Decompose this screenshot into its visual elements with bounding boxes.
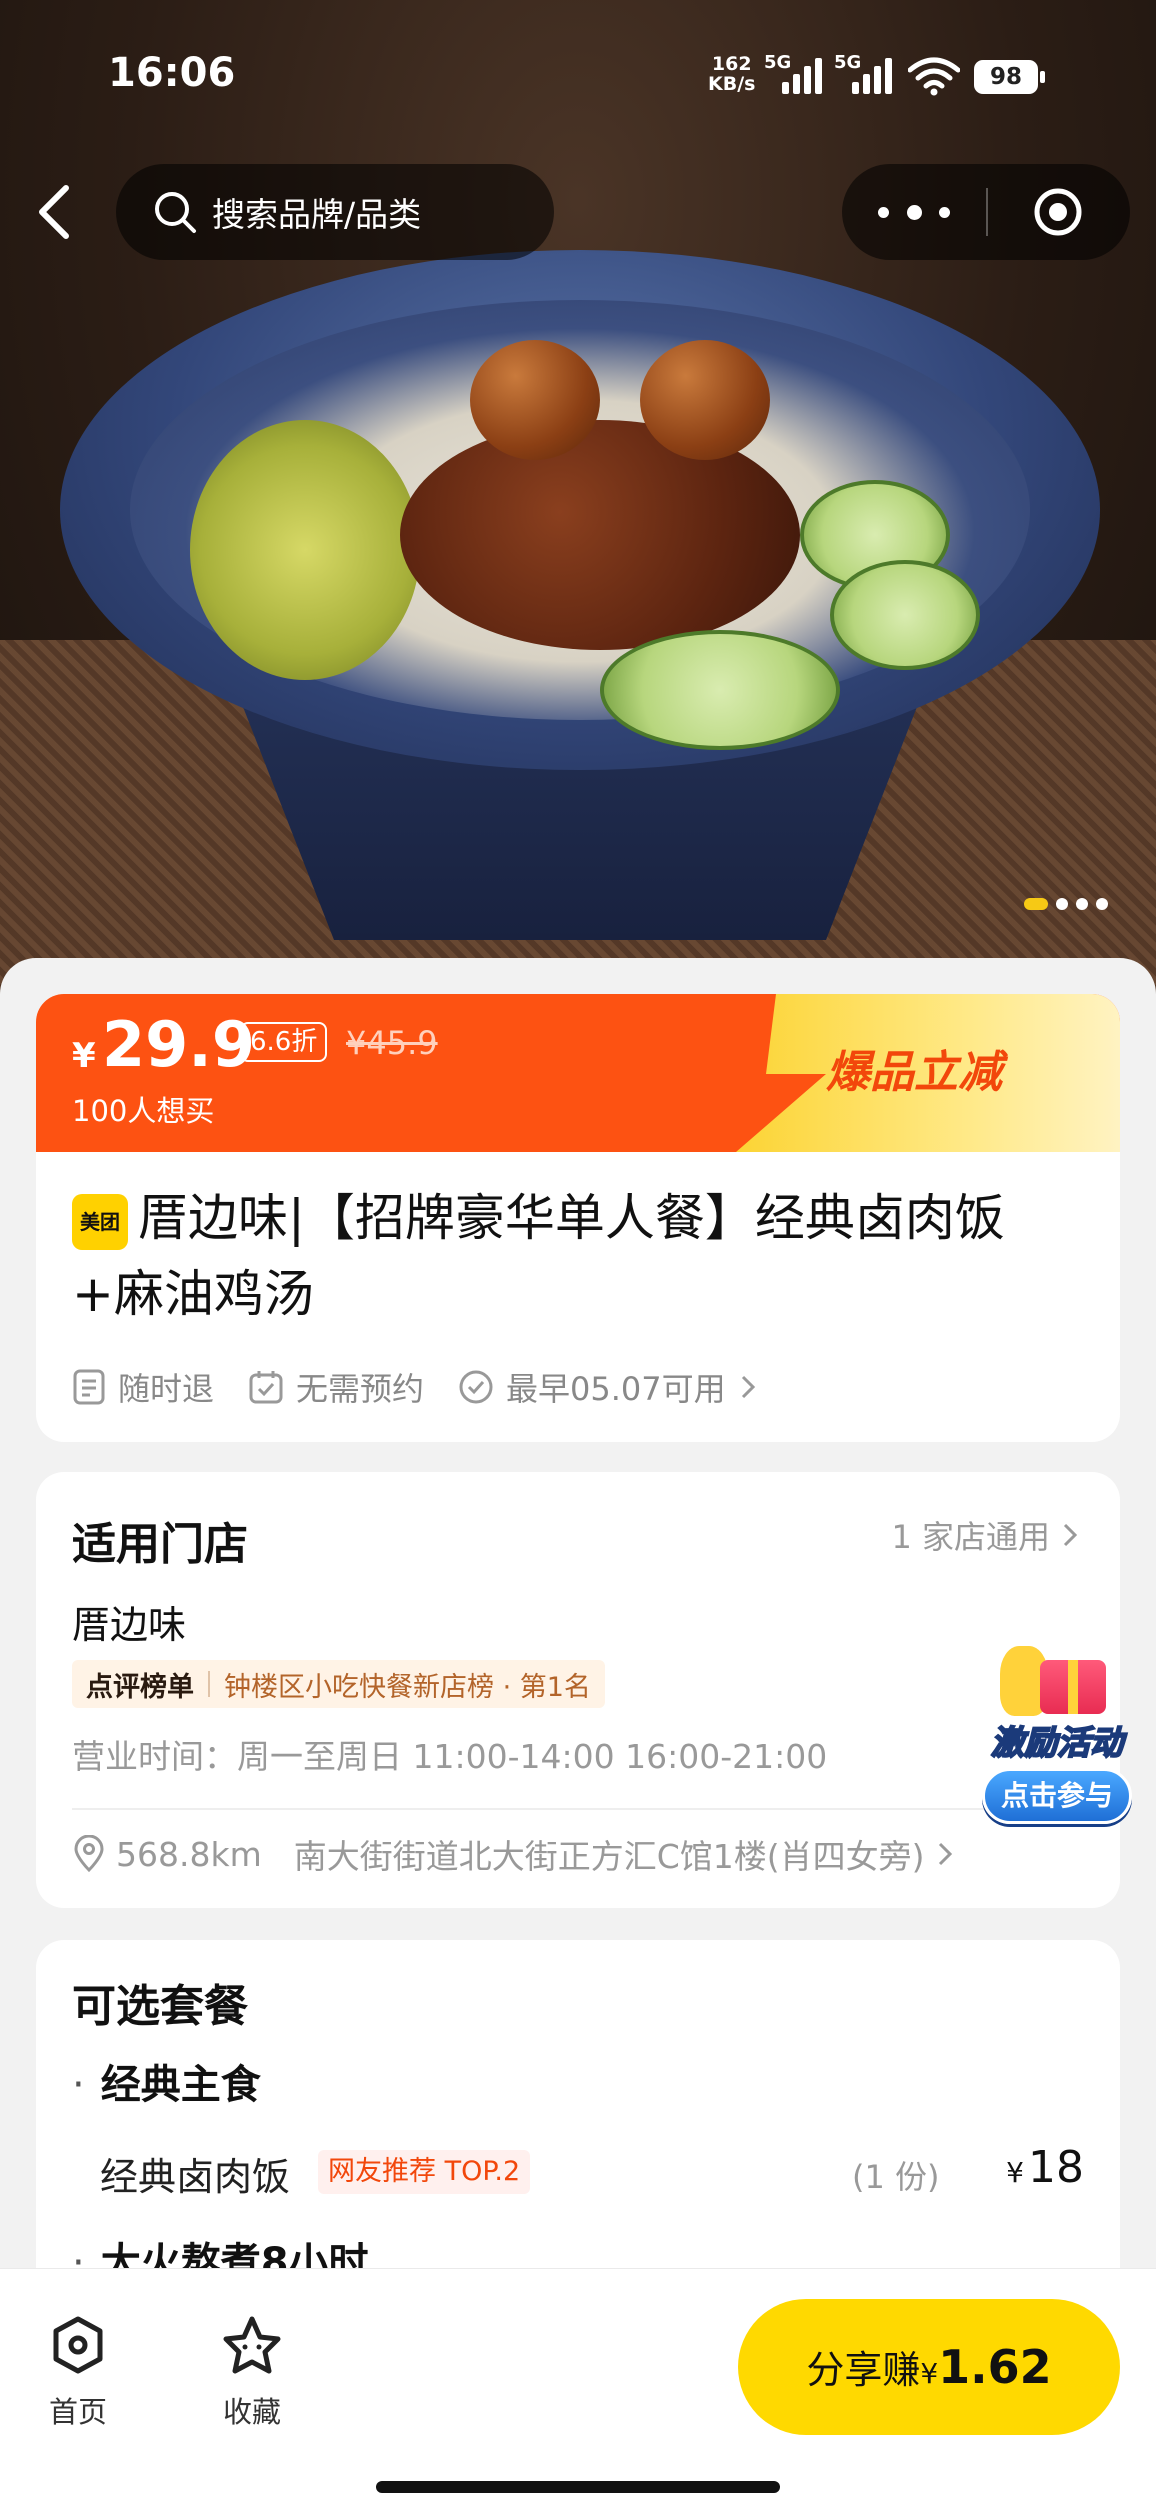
carousel-dot — [1096, 898, 1108, 910]
search-icon — [155, 192, 196, 233]
home-icon — [53, 2316, 103, 2374]
deal-card: ¥ 29.9 6.6折 ¥45.9 100人想买 爆品立减 美团 厝边味|【招牌豪… — [36, 994, 1120, 1442]
share-earn-button[interactable]: 分享赚¥1.62 — [738, 2299, 1120, 2435]
home-label: 首页 — [48, 2395, 107, 2429]
miniapp-capsule — [842, 164, 1130, 260]
package-card: 可选套餐 经典主食 经典卤肉饭 网友推荐 TOP.2 (1 份) ¥18 大火熬… — [36, 1940, 1120, 2280]
ranking-badge[interactable]: 点评榜单 钟楼区小吃快餐新店榜 · 第1名 — [72, 1660, 605, 1708]
braised-egg — [640, 340, 770, 460]
product-image-carousel[interactable] — [0, 0, 1156, 1000]
discount-badge: 6.6折 — [240, 1022, 328, 1062]
ranking-brand: 点评榜单 — [86, 1671, 194, 1703]
star-icon — [223, 2316, 281, 2374]
join-activity-button[interactable]: 点击参与 — [982, 1768, 1132, 1824]
tag-refund: 随时退 — [72, 1364, 214, 1410]
store-name[interactable]: 厝边味 — [72, 1594, 186, 1649]
wifi-icon — [908, 57, 960, 96]
capsule-divider — [986, 188, 988, 236]
activity-title: 激励活动 — [990, 1722, 1124, 1763]
search-placeholder: 搜索品牌/品类 — [212, 195, 422, 234]
chevron-right-icon — [741, 1375, 755, 1399]
store-count-link[interactable]: 1 家店通用 — [891, 1512, 1080, 1558]
package-item-name: 经典卤肉饭 — [100, 2155, 291, 2199]
store-distance: 568.8km — [116, 1834, 262, 1874]
carousel-dot — [1056, 898, 1068, 910]
check-circle-icon — [459, 1370, 493, 1404]
signal-bars-icon — [782, 58, 822, 94]
favorite-label: 收藏 — [222, 2395, 281, 2429]
package-group-title: 经典主食 — [72, 2052, 261, 2110]
close-miniapp-button[interactable] — [1032, 186, 1084, 238]
deal-price: 29.9 — [102, 1008, 255, 1081]
battery-icon: 98 — [974, 60, 1045, 94]
carousel-dot-active — [1024, 898, 1048, 910]
chevron-right-icon — [1063, 1523, 1078, 1547]
calendar-check-icon — [249, 1371, 283, 1404]
package-item-qty: (1 份) — [852, 2158, 940, 2196]
chevron-right-icon — [938, 1842, 952, 1866]
clock: 16:06 — [108, 50, 236, 96]
service-tags[interactable]: 随时退 无需预约 最早05.07可用 — [72, 1364, 758, 1410]
document-icon — [73, 1369, 105, 1405]
hot-deal-label: 爆品立减 — [826, 1047, 1002, 1098]
meituan-logo-icon: 美团 — [72, 1194, 128, 1250]
store-address-row[interactable]: 568.8km 南大街街道北大街正方汇C馆1楼(肖四女旁) — [72, 1830, 955, 1878]
status-bar: 16:06 162 KB/s 5G 5G 98 — [0, 0, 1156, 150]
favorite-tab[interactable]: 收藏 — [202, 2313, 302, 2431]
home-tab[interactable]: 首页 — [28, 2313, 128, 2431]
wants-count: 100人想买 — [72, 1094, 215, 1128]
signal-bars-icon — [852, 58, 892, 94]
carousel-indicator — [1024, 898, 1108, 910]
incentive-activity-float[interactable]: 激励活动 点击参与 — [964, 1640, 1150, 1840]
cucumber-slice — [830, 560, 980, 670]
carousel-dot — [1076, 898, 1088, 910]
back-button[interactable] — [28, 180, 84, 244]
bottom-action-bar: 首页 收藏 分享赚¥1.62 — [0, 2268, 1156, 2510]
package-section-title: 可选套餐 — [72, 1981, 248, 2032]
original-price: ¥45.9 — [346, 1024, 438, 1062]
deal-title-block: 美团 厝边味|【招牌豪华单人餐】经典卤肉饭+麻油鸡汤 — [72, 1180, 1092, 1332]
braised-egg — [470, 340, 600, 460]
braised-pork — [400, 420, 800, 650]
pickled-greens — [190, 420, 420, 680]
search-bar[interactable]: 搜索品牌/品类 — [116, 164, 554, 260]
divider — [72, 1808, 1084, 1810]
cucumber-slice — [600, 630, 840, 750]
price-currency: ¥ — [72, 1036, 96, 1076]
more-button[interactable] — [878, 190, 950, 234]
tag-earliest-date: 最早05.07可用 — [458, 1364, 758, 1410]
home-indicator — [376, 2481, 780, 2493]
tag-no-reservation: 无需预约 — [248, 1364, 424, 1410]
store-section-title: 适用门店 — [72, 1519, 248, 1570]
ranking-text: 钟楼区小吃快餐新店榜 · 第1名 — [224, 1671, 591, 1703]
deal-title: 厝边味|【招牌豪华单人餐】经典卤肉饭+麻油鸡汤 — [72, 1189, 1005, 1323]
store-card: 适用门店 1 家店通用 厝边味 点评榜单 钟楼区小吃快餐新店榜 · 第1名 营业… — [36, 1472, 1120, 1908]
package-item-price: ¥18 — [1006, 2142, 1084, 2193]
business-hours: 营业时间：周一至周日 11:00-14:00 16:00-21:00 — [72, 1737, 828, 1776]
store-address: 南大街街道北大街正方汇C馆1楼(肖四女旁) — [293, 1837, 925, 1876]
location-pin-icon — [74, 1835, 104, 1873]
deal-detail-page: 16:06 162 KB/s 5G 5G 98 搜索品牌/品类 ¥ 29.9 6… — [0, 0, 1156, 2510]
network-speed: 162 KB/s — [708, 53, 756, 95]
ranking-divider — [208, 1671, 210, 1697]
gift-box-icon — [1000, 1640, 1120, 1720]
recommend-badge: 网友推荐 TOP.2 — [318, 2150, 531, 2194]
price-banner: ¥ 29.9 6.6折 ¥45.9 100人想买 爆品立减 — [36, 994, 1120, 1152]
content-sheet: ¥ 29.9 6.6折 ¥45.9 100人想买 爆品立减 美团 厝边味|【招牌豪… — [0, 958, 1156, 2280]
